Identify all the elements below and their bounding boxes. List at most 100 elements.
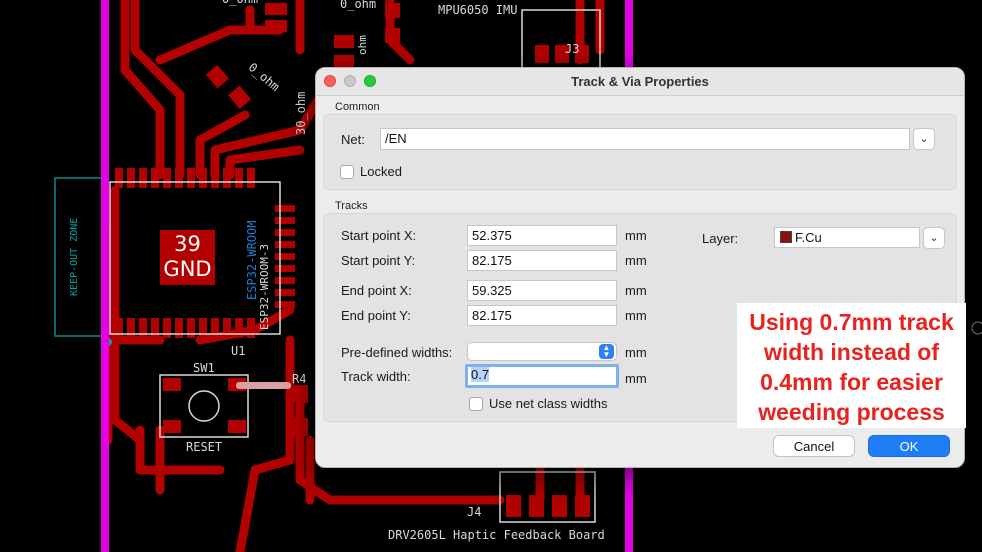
module-name-label: ESP32-WROOM <box>245 220 259 300</box>
cancel-button[interactable]: Cancel <box>773 435 855 457</box>
ic-pin <box>223 318 231 338</box>
resistor-pad <box>205 64 229 89</box>
via-marker <box>971 321 982 335</box>
start-y-label: Start point Y: <box>341 253 416 268</box>
unit-label: mm <box>625 253 647 268</box>
resistor-pad <box>265 3 287 15</box>
unit-label: mm <box>625 345 647 360</box>
connector-pad <box>575 495 590 517</box>
resistor-pad <box>293 385 308 403</box>
connector-pad <box>535 45 549 63</box>
resistor-label: 0_ohm <box>340 0 377 11</box>
pad-number: 39 <box>174 232 201 256</box>
resistor-pad <box>293 418 308 436</box>
resistor-pad <box>265 20 287 32</box>
annotation-callout: Using 0.7mm track width instead of 0.4mm… <box>737 303 966 428</box>
start-x-label: Start point X: <box>341 228 417 243</box>
unit-label: mm <box>625 228 647 243</box>
end-y-label: End point Y: <box>341 308 411 323</box>
annotation-line: 0.4mm for easier <box>760 369 943 395</box>
track-width-value: 0.7 <box>471 367 490 382</box>
annotation-line: weeding process <box>758 399 945 425</box>
module-name-label: ESP32-WROOM-3 <box>258 243 271 330</box>
ic-pin <box>115 168 123 188</box>
dialog-titlebar[interactable]: Track & Via Properties <box>316 68 964 96</box>
connector-pad <box>552 495 567 517</box>
resistor-label-r4: R4 <box>292 372 307 386</box>
common-group <box>323 114 957 190</box>
end-x-label: End point X: <box>341 283 412 298</box>
layer-select[interactable]: F.Cu <box>774 227 920 248</box>
copper-trace <box>120 0 165 180</box>
chevron-down-icon: ⌄ <box>929 232 939 244</box>
ic-pin <box>275 229 295 236</box>
ic-pin <box>275 265 295 272</box>
common-section-label: Common <box>335 101 380 113</box>
end-y-input[interactable]: 82.175 <box>467 305 617 326</box>
ic-pin <box>211 168 219 188</box>
keep-out-label: KEEP-OUT ZONE <box>69 217 80 296</box>
ic-pin <box>199 318 207 338</box>
net-input[interactable]: /EN <box>380 128 910 150</box>
ic-pin <box>151 318 159 338</box>
copper-trace <box>235 335 295 552</box>
layer-dropdown-button[interactable]: ⌄ <box>923 227 945 249</box>
locked-checkbox[interactable] <box>340 165 354 179</box>
ic-pin <box>175 318 183 338</box>
layer-label: Layer: <box>702 231 739 246</box>
switch-pad <box>163 420 181 433</box>
connector-label-j3: J3 <box>565 42 580 56</box>
layer-value: F.Cu <box>795 230 822 245</box>
ic-pin <box>187 168 195 188</box>
copper-trace <box>155 25 285 65</box>
unit-label: mm <box>625 308 647 323</box>
resistor-pad <box>228 85 252 110</box>
resistor-label: 0_ohm <box>222 0 258 6</box>
ic-pin <box>151 168 159 188</box>
net-dropdown-button[interactable]: ⌄ <box>913 128 935 150</box>
keep-out-zone <box>54 177 109 337</box>
resistor-pad <box>385 28 400 43</box>
gnd-pad[interactable]: 39 GND <box>160 230 215 285</box>
unit-label: mm <box>625 283 647 298</box>
unit-label: mm <box>625 371 647 386</box>
ic-pin <box>127 318 135 338</box>
ic-pin <box>275 289 295 296</box>
ic-pin <box>223 168 231 188</box>
ic-pin <box>275 217 295 224</box>
track-width-input[interactable]: 0.7 <box>465 364 619 388</box>
pad-net-name: GND <box>163 257 212 281</box>
ic-pin <box>247 318 255 338</box>
predefined-widths-label: Pre-defined widths: <box>341 345 453 360</box>
ic-pin <box>275 277 295 284</box>
ic-pin <box>275 301 295 308</box>
ic-pin <box>163 318 171 338</box>
ok-button[interactable]: OK <box>868 435 950 457</box>
net-class-widths-checkbox[interactable] <box>469 397 483 411</box>
resistor-label: ohm <box>356 35 369 55</box>
board-edge-left <box>101 0 109 552</box>
connector-pad <box>506 495 521 517</box>
resistor-pad <box>334 35 354 48</box>
ic-pin <box>275 241 295 248</box>
locked-label: Locked <box>360 164 402 179</box>
end-x-input[interactable]: 59.325 <box>467 280 617 301</box>
switch-reset-label: RESET <box>186 440 223 454</box>
start-x-input[interactable]: 52.375 <box>467 225 617 246</box>
resistor-pad <box>385 3 400 18</box>
switch-pad <box>163 378 181 391</box>
imu-label: MPU6050 IMU <box>438 3 518 17</box>
predefined-widths-select[interactable]: ▲ ▼ <box>467 342 617 361</box>
connector-pad <box>529 495 544 517</box>
start-y-input[interactable]: 82.175 <box>467 250 617 271</box>
annotation-line: width instead of <box>763 339 940 365</box>
resistor-label: 30_ohm <box>294 91 308 135</box>
ic-pin <box>199 168 207 188</box>
ic-pin <box>139 318 147 338</box>
module-label-u1: U1 <box>231 344 246 358</box>
ic-pin <box>235 168 243 188</box>
ic-pin <box>187 318 195 338</box>
layer-color-swatch <box>780 231 792 243</box>
chevron-down-icon: ⌄ <box>919 133 929 145</box>
track-width-label: Track width: <box>341 369 411 384</box>
